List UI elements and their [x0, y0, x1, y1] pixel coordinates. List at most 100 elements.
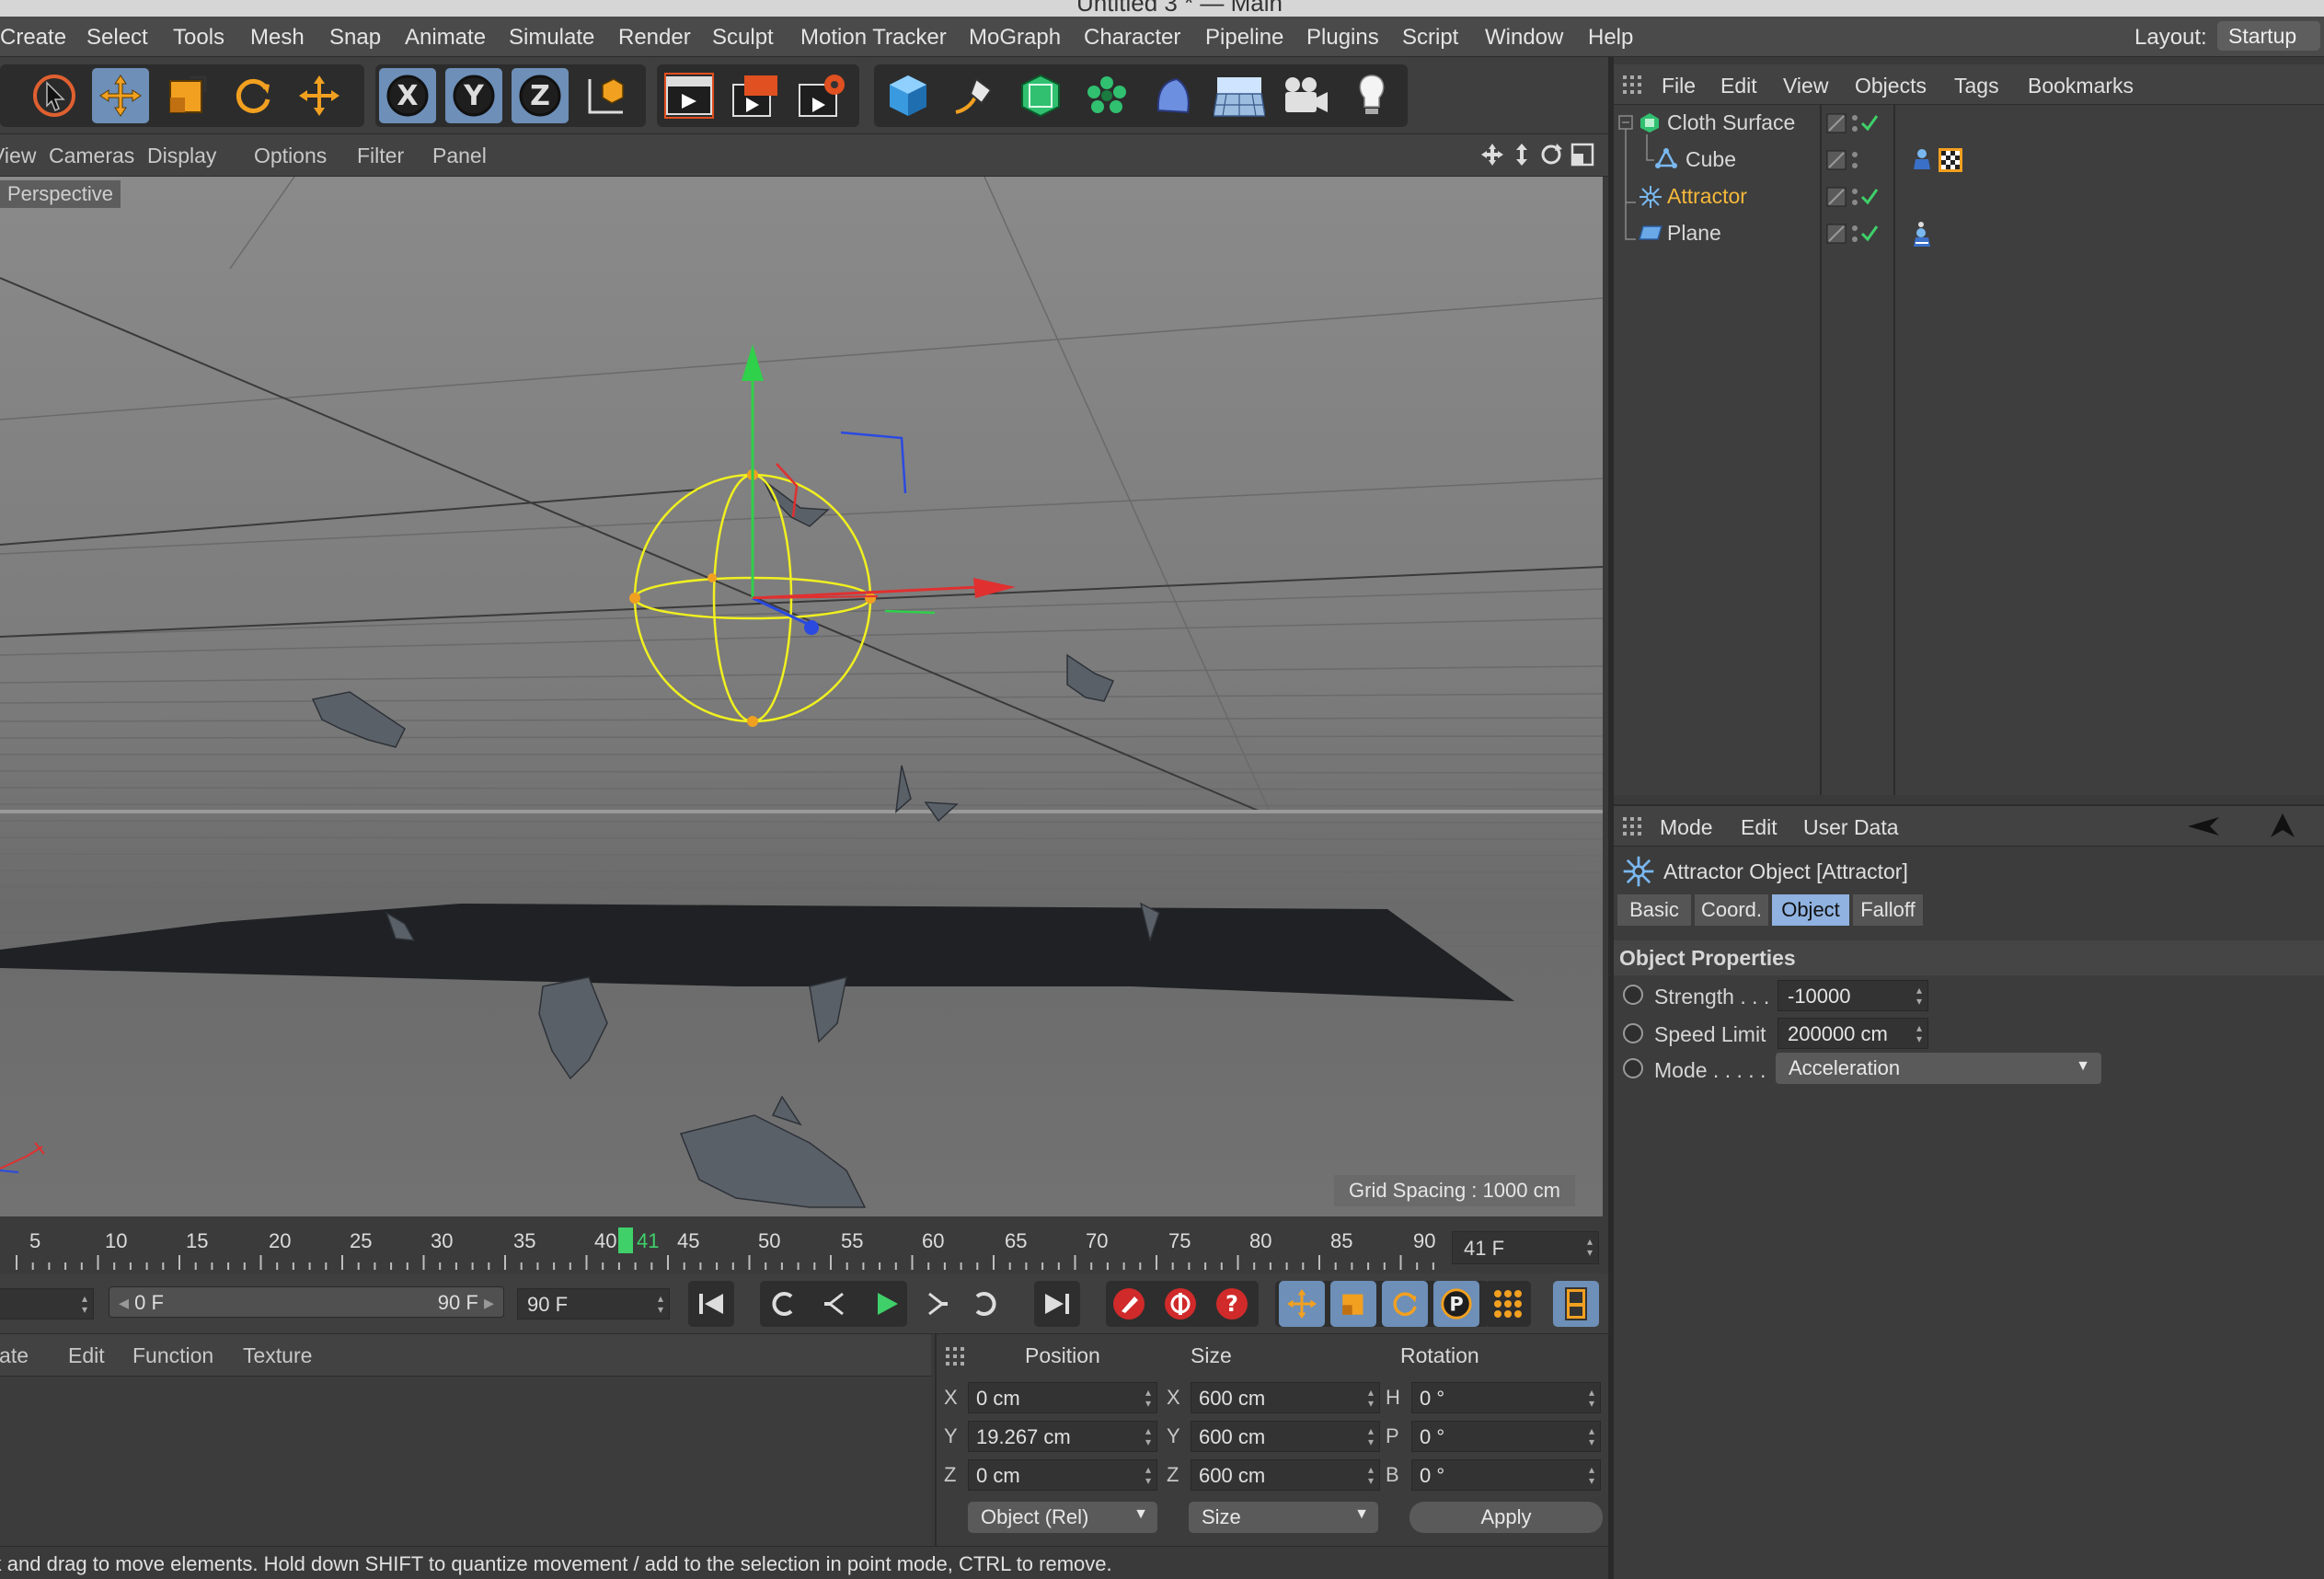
object-menu-view[interactable]: View	[1783, 74, 1828, 98]
key-parameter-button[interactable]: P	[1433, 1281, 1479, 1327]
menu-select[interactable]: Select	[86, 25, 148, 51]
collider-tag-icon[interactable]	[1910, 221, 1934, 253]
size-y-field[interactable]: 600 cm ▴ ▾	[1191, 1421, 1380, 1452]
key-rotation-button[interactable]	[1382, 1281, 1428, 1327]
key-scale-button[interactable]	[1330, 1281, 1376, 1327]
viewport-move-icon[interactable]	[1479, 142, 1505, 172]
floor-environment-icon[interactable]	[1211, 68, 1268, 123]
spinner-icon[interactable]: ▴ ▾	[1916, 985, 1922, 1007]
end-frame-field[interactable]: 90 F ▴ ▾	[517, 1288, 670, 1320]
viewport-menu-view[interactable]: View	[0, 144, 36, 168]
current-frame-field[interactable]: 41 F ▴ ▾	[1452, 1231, 1599, 1264]
pen-spline-icon[interactable]	[946, 68, 1003, 123]
mode-dropdown[interactable]: Acceleration ▼	[1776, 1053, 2101, 1084]
object-menu-file[interactable]: File	[1662, 74, 1696, 98]
spinner-icon[interactable]: ▴ ▾	[1587, 1236, 1593, 1258]
viewport-menu-options[interactable]: Options	[254, 144, 327, 168]
range-right-arrow-icon[interactable]: ▸	[484, 1291, 494, 1314]
viewport-rotate-icon[interactable]	[1538, 142, 1564, 172]
spinner-icon[interactable]: ▴ ▾	[1589, 1425, 1594, 1447]
key-pla-button[interactable]	[1485, 1281, 1531, 1327]
tab-falloff[interactable]: Falloff	[1853, 894, 1923, 926]
object-row-cube[interactable]: Cube	[1614, 142, 2324, 177]
material-menu-create[interactable]: Create	[0, 1343, 29, 1368]
object-menu-bookmarks[interactable]: Bookmarks	[2028, 74, 2134, 98]
menu-help[interactable]: Help	[1588, 25, 1633, 51]
viewport-menu-filter[interactable]: Filter	[357, 144, 404, 168]
object-menu-tags[interactable]: Tags	[1954, 74, 1999, 98]
play-button[interactable]	[863, 1281, 909, 1327]
previous-frame-button[interactable]	[813, 1281, 859, 1327]
rotation-p-field[interactable]: 0 ° ▴ ▾	[1411, 1421, 1601, 1452]
spinner-icon[interactable]: ▴ ▾	[658, 1293, 663, 1315]
object-menu-objects[interactable]: Objects	[1855, 74, 1927, 98]
menu-plugins[interactable]: Plugins	[1306, 25, 1379, 51]
timeline-playhead[interactable]	[618, 1227, 633, 1253]
attributes-menu-mode[interactable]: Mode	[1660, 815, 1713, 840]
material-menu-texture[interactable]: Texture	[243, 1343, 312, 1368]
menu-snap[interactable]: Snap	[329, 25, 381, 51]
size-z-field[interactable]: 600 cm ▴ ▾	[1191, 1459, 1380, 1491]
tab-object[interactable]: Object	[1772, 894, 1849, 926]
coordinate-mode-dropdown[interactable]: Object (Rel) ▼	[968, 1502, 1157, 1533]
attributes-menu-user-data[interactable]: User Data	[1803, 815, 1899, 840]
scale-icon[interactable]	[158, 68, 215, 123]
spinner-icon[interactable]: ▴ ▾	[1589, 1387, 1594, 1409]
timeline-window-button[interactable]	[1553, 1281, 1599, 1327]
object-tree[interactable]: Cloth Surface Cube Attractor Plane	[1614, 105, 2324, 795]
cube-primitive-icon[interactable]	[880, 68, 937, 123]
key-position-button[interactable]	[1279, 1281, 1325, 1327]
strength-field[interactable]: -10000 ▴ ▾	[1778, 980, 1928, 1011]
record-active-button[interactable]	[1106, 1281, 1152, 1327]
spinner-icon[interactable]: ▴ ▾	[82, 1293, 87, 1315]
position-z-field[interactable]: 0 cm ▴ ▾	[968, 1459, 1157, 1491]
attributes-menu-edit[interactable]: Edit	[1741, 815, 1778, 840]
object-row-plane[interactable]: Plane	[1614, 215, 2324, 250]
apply-button[interactable]: Apply	[1409, 1502, 1603, 1533]
next-key-button[interactable]	[962, 1281, 1008, 1327]
up-arrow-icon[interactable]	[2269, 812, 2296, 844]
texture-tag-icon[interactable]	[1938, 147, 1963, 178]
viewport-menu-cameras[interactable]: Cameras	[49, 144, 134, 168]
material-menu-edit[interactable]: Edit	[68, 1343, 105, 1368]
keyframe-selection-button[interactable]: ?	[1209, 1281, 1255, 1327]
viewport-menu-panel[interactable]: Panel	[432, 144, 487, 168]
menu-render[interactable]: Render	[618, 25, 691, 51]
next-frame-button[interactable]	[913, 1281, 959, 1327]
spinner-icon[interactable]: ▴ ▾	[1368, 1464, 1374, 1486]
previous-key-button[interactable]	[760, 1281, 806, 1327]
menu-simulate[interactable]: Simulate	[509, 25, 594, 51]
render-view-icon[interactable]	[661, 68, 718, 123]
goto-end-button[interactable]	[1034, 1281, 1080, 1327]
spinner-icon[interactable]: ▴ ▾	[1145, 1425, 1151, 1447]
move-icon[interactable]	[92, 68, 149, 123]
y-axis-icon[interactable]: Y	[445, 68, 502, 123]
material-list-area[interactable]	[0, 1377, 931, 1546]
add-move-icon[interactable]	[291, 68, 348, 123]
spinner-icon[interactable]: ▴ ▾	[1368, 1387, 1374, 1409]
deformer-icon[interactable]	[1145, 68, 1202, 123]
spinner-icon[interactable]: ▴ ▾	[1589, 1464, 1594, 1486]
menu-mograph[interactable]: MoGraph	[969, 25, 1061, 51]
size-x-field[interactable]: 600 cm ▴ ▾	[1191, 1382, 1380, 1413]
menu-window[interactable]: Window	[1485, 25, 1563, 51]
size-mode-dropdown[interactable]: Size ▼	[1189, 1502, 1378, 1533]
render-picture-viewer-icon[interactable]	[727, 68, 784, 123]
timeline-ruler[interactable]: 5 10 15 20 25 30 35 40 41 45 50 55 60 65…	[0, 1216, 1608, 1274]
z-axis-icon[interactable]: Z	[512, 68, 569, 123]
menu-mesh[interactable]: Mesh	[250, 25, 305, 51]
rotate-icon[interactable]	[224, 68, 282, 123]
start-frame-field[interactable]: ▴ ▾	[0, 1288, 94, 1320]
mode-animate-radio[interactable]	[1623, 1058, 1643, 1078]
rotation-b-field[interactable]: 0 ° ▴ ▾	[1411, 1459, 1601, 1491]
panel-grip-icon[interactable]	[944, 1345, 966, 1372]
3d-viewport[interactable]: Perspective Grid Spacing : 1000 cm	[0, 177, 1603, 1216]
menu-sculpt[interactable]: Sculpt	[712, 25, 774, 51]
object-row-cloth-surface[interactable]: Cloth Surface	[1614, 105, 2324, 140]
tab-basic[interactable]: Basic	[1617, 894, 1691, 926]
select-arrow-icon[interactable]	[26, 68, 83, 123]
coordinate-system-icon[interactable]	[578, 68, 635, 123]
menu-tools[interactable]: Tools	[173, 25, 224, 51]
back-arrow-icon[interactable]	[2186, 813, 2223, 844]
menu-script[interactable]: Script	[1402, 25, 1458, 51]
